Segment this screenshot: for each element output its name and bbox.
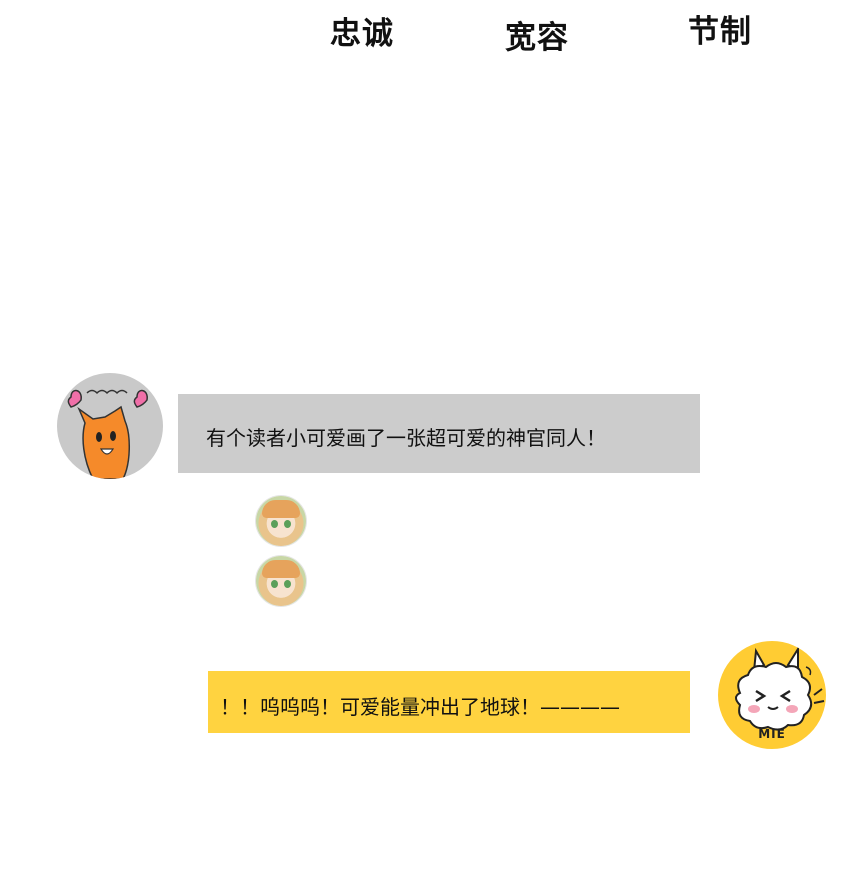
left-chat-text: 有个读者小可爱画了一张超可爱的神官同人！ xyxy=(206,426,606,450)
fanart-thumbnail-2[interactable] xyxy=(256,556,306,606)
virtue-temperance-text: 节制 xyxy=(688,14,752,50)
mie-label: MIE xyxy=(758,727,786,741)
orange-character-avatar xyxy=(57,373,163,479)
squiggle-icon xyxy=(86,389,128,395)
virtue-tolerance-text: 宽容 xyxy=(505,20,569,56)
fanart-thumbnail-1[interactable] xyxy=(256,496,306,546)
left-chat-bubble: 有个读者小可爱画了一张超可爱的神官同人！ xyxy=(178,394,700,473)
virtue-loyalty-text: 忠诚 xyxy=(330,16,394,52)
heart-left-icon xyxy=(67,389,82,408)
orange-cat-icon xyxy=(67,389,148,479)
sheep-character-avatar: MIE xyxy=(718,641,826,749)
right-chat-bubble: ！！呜呜呜！可爱能量冲出了地球！———— xyxy=(208,671,690,733)
right-chat-text: ！！呜呜呜！可爱能量冲出了地球！———— xyxy=(220,695,620,719)
heart-right-icon xyxy=(133,389,148,408)
orange-body-icon xyxy=(77,405,130,479)
